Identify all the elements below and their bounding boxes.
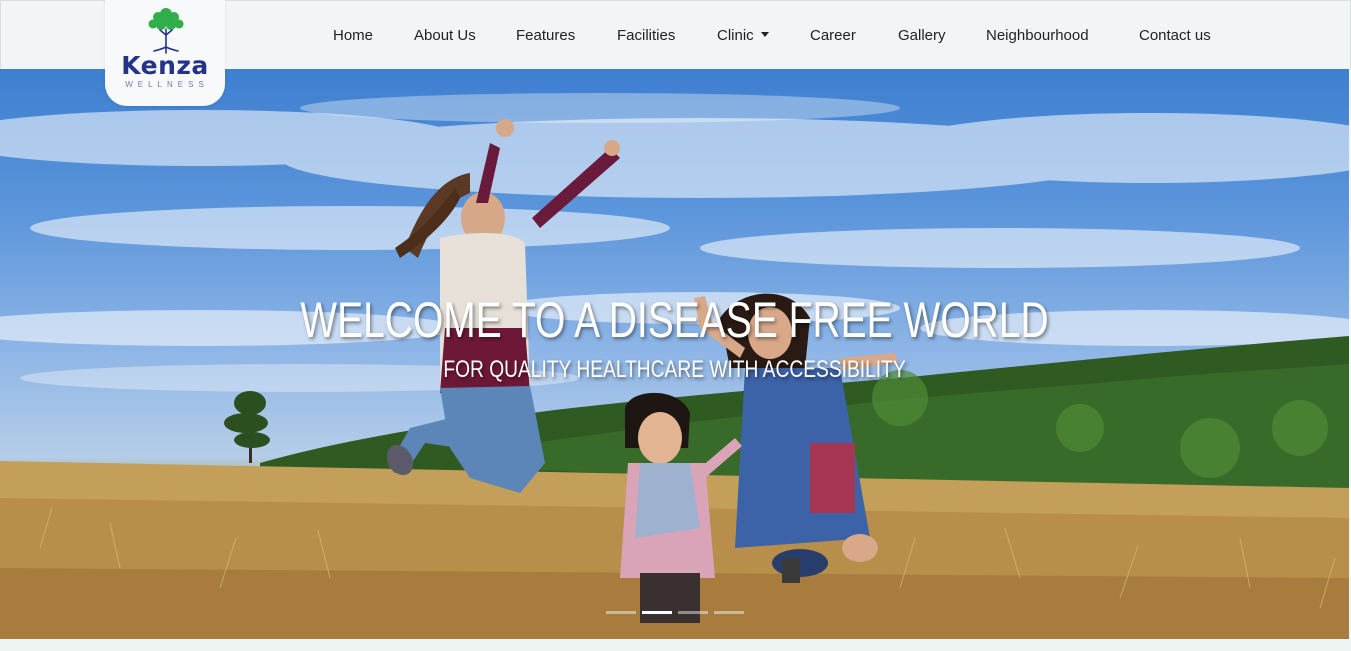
chevron-down-icon	[760, 31, 769, 37]
brand-name: Kenza	[121, 51, 209, 80]
hero-title: WELCOME TO A DISEASE FREE WORLD	[300, 292, 1049, 348]
carousel-indicator-1[interactable]	[606, 611, 636, 614]
nav-home[interactable]: Home	[333, 26, 373, 46]
nav-career[interactable]: Career	[810, 26, 856, 46]
nav-clinic-dropdown[interactable]: Clinic	[717, 26, 769, 46]
carousel-indicator-4[interactable]	[714, 611, 744, 614]
nav-gallery[interactable]: Gallery	[898, 26, 946, 46]
nav-about-us[interactable]: About Us	[414, 26, 476, 46]
page: Home About Us Features Facilities Clinic…	[0, 0, 1351, 651]
nav-facilities[interactable]: Facilities	[617, 26, 675, 46]
hero-carousel: WELCOME TO A DISEASE FREE WORLD FOR QUAL…	[0, 68, 1349, 639]
logo-link[interactable]: Kenza WELLNESS	[105, 0, 225, 106]
page-bottom-strip	[0, 639, 1351, 651]
nav-features[interactable]: Features	[516, 26, 575, 46]
tree-logo-icon	[148, 8, 184, 54]
nav-contact-us[interactable]: Contact us	[1139, 26, 1211, 46]
brand-tagline: WELLNESS	[125, 80, 209, 89]
hero-background-photo	[0, 93, 1349, 639]
nav-clinic-label: Clinic	[717, 27, 754, 44]
carousel-indicator-3[interactable]	[678, 611, 708, 614]
nav-neighbourhood[interactable]: Neighbourhood	[986, 26, 1089, 46]
carousel-indicator-2[interactable]	[642, 611, 672, 614]
hero-subtitle: FOR QUALITY HEALTHCARE WITH ACCESSIBILIT…	[443, 356, 906, 383]
